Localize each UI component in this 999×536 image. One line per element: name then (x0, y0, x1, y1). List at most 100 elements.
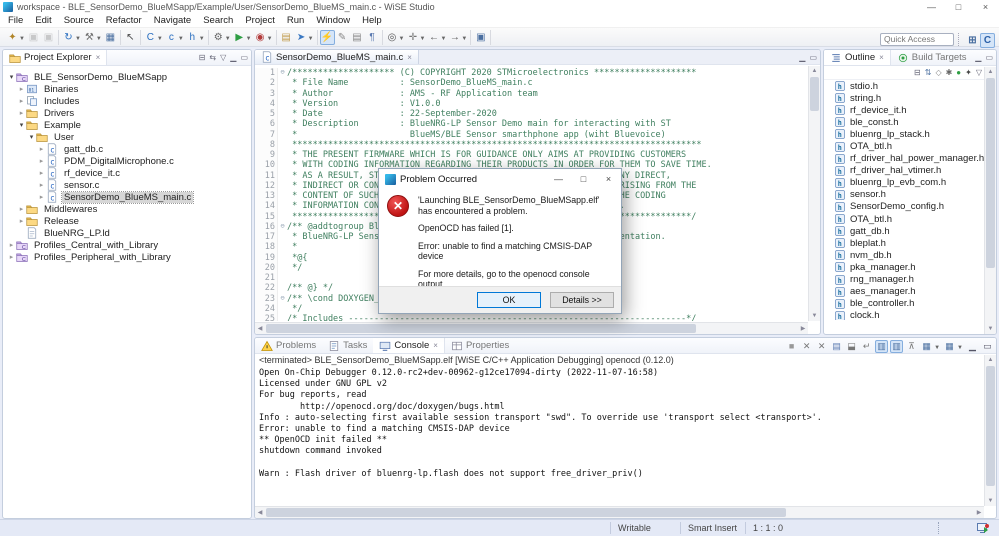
run-icon[interactable]: ▶ (232, 30, 247, 45)
tree-collapsed-arrow-icon[interactable]: ▸ (17, 85, 26, 93)
maximize-icon[interactable]: ▭ (240, 54, 248, 62)
outline-item-ota-btl-h[interactable]: hOTA_btl.h (824, 213, 996, 225)
tab-console[interactable]: Console× (373, 338, 445, 353)
tree-expanded-arrow-icon[interactable]: ▾ (27, 133, 36, 141)
collapse-all-icon[interactable]: ⊟ (914, 69, 921, 77)
close-icon[interactable]: × (96, 53, 101, 62)
ok-button[interactable]: OK (477, 292, 541, 308)
outline-item-rng-manager-h[interactable]: hrng_manager.h (824, 274, 996, 286)
outline-item-nvm-db-h[interactable]: hnvm_db.h (824, 249, 996, 261)
launch-history-icon[interactable]: ↻ (61, 30, 76, 45)
outline-item-gatt-db-h[interactable]: hgatt_db.h (824, 225, 996, 237)
maximize-icon[interactable]: ▭ (985, 54, 993, 62)
tree-collapsed-arrow-icon[interactable]: ▸ (17, 205, 26, 213)
display-console-icon[interactable]: ▦ (920, 340, 933, 353)
tree-collapsed-arrow-icon[interactable]: ▸ (37, 181, 46, 189)
close-icon[interactable]: × (407, 53, 412, 62)
tree-collapsed-arrow-icon[interactable]: ▸ (37, 145, 46, 153)
outline-item-sensordemo-config-h[interactable]: hSensorDemo_config.h (824, 201, 996, 213)
tree-item-drivers[interactable]: ▸Drivers (3, 107, 251, 119)
tree-expanded-arrow-icon[interactable]: ▾ (17, 121, 26, 129)
tab-tasks[interactable]: Tasks (322, 338, 373, 353)
menu-search[interactable]: Search (197, 14, 239, 27)
window-close-button[interactable]: × (972, 0, 999, 14)
forward-icon[interactable]: → (447, 30, 462, 45)
remove-launch-icon[interactable]: ✕ (800, 340, 813, 353)
fold-marker-icon[interactable]: ⊖ (277, 294, 287, 304)
fold-marker-icon[interactable]: ⊖ (277, 222, 287, 232)
terminate-icon[interactable]: ■ (785, 340, 798, 353)
save-icon[interactable]: ▣ (26, 30, 41, 45)
quick-access-input[interactable] (880, 33, 954, 46)
tab-problems[interactable]: Problems (255, 338, 322, 353)
close-icon[interactable]: × (433, 341, 438, 350)
tree-item-sensor-c[interactable]: ▸csensor.c (3, 179, 251, 191)
tree-item-bluenrg-lp-ld[interactable]: BlueNRG_LP.ld (3, 227, 251, 239)
outline-item-sensor-h[interactable]: hsensor.h (824, 189, 996, 201)
outline-item-rf-driver-hal-vtimer-h[interactable]: hrf_driver_hal_vtimer.h (824, 165, 996, 177)
tree-collapsed-arrow-icon[interactable]: ▸ (37, 157, 46, 165)
outline-item-rf-device-it-h[interactable]: hrf_device_it.h (824, 104, 996, 116)
scroll-lock-icon[interactable]: ⬓ (845, 340, 858, 353)
view-menu-icon[interactable]: ▽ (220, 54, 226, 62)
tree-item-middlewares[interactable]: ▸Middlewares (3, 203, 251, 215)
tree-item-example[interactable]: ▾Example (3, 119, 251, 131)
link-editor-icon[interactable]: ✦ (965, 69, 972, 77)
hide-non-public-icon[interactable]: ● (956, 69, 961, 77)
open-perspective-icon[interactable]: ⊞ (965, 33, 980, 48)
minimize-icon[interactable]: ▁ (966, 340, 979, 353)
save-all-icon[interactable]: ▣ (41, 30, 56, 45)
menu-edit[interactable]: Edit (29, 14, 57, 27)
console-log[interactable]: Open On-Chip Debugger 0.12.0-rc2+dev-009… (259, 368, 984, 506)
dialog-close-button[interactable]: × (596, 169, 621, 189)
debug-config-icon[interactable]: ⚙ (211, 30, 226, 45)
editor-tab[interactable]: c SensorDemo_BlueMS_main.c × (255, 50, 419, 64)
profile-icon[interactable]: ◉ (253, 30, 268, 45)
outline-item-bluenrg-lp-evb-com-h[interactable]: hbluenrg_lp_evb_com.h (824, 177, 996, 189)
new-header-file-icon[interactable]: h (185, 30, 200, 45)
outline-item-aes-manager-h[interactable]: haes_manager.h (824, 286, 996, 298)
console-indicator-icon[interactable] (977, 523, 989, 534)
pin-console-icon[interactable]: ⊼ (905, 340, 918, 353)
minimize-icon[interactable]: ▁ (799, 54, 805, 62)
console-horizontal-scrollbar[interactable]: ◀ ▶ (255, 506, 984, 518)
show-whitespace-icon[interactable]: ¶ (365, 30, 380, 45)
back-icon[interactable]: ← (426, 30, 441, 45)
outline-item-pka-manager-h[interactable]: hpka_manager.h (824, 261, 996, 273)
outline-item-string-h[interactable]: hstring.h (824, 92, 996, 104)
editor-vertical-scrollbar[interactable]: ▲ ▼ (808, 66, 820, 321)
editor-horizontal-scrollbar[interactable]: ◀ ▶ (255, 322, 808, 334)
new-source-file-icon[interactable]: c (164, 30, 179, 45)
outline-item-ble-controller-h[interactable]: hble_controller.h (824, 298, 996, 310)
tree-item-gatt-db-c[interactable]: ▸cgatt_db.c (3, 143, 251, 155)
dropdown-arrow-icon[interactable]: ▼ (419, 36, 425, 42)
tree-item-profiles-peripheral-with-library[interactable]: ▸CProfiles_Peripheral_with_Library (3, 251, 251, 263)
collapse-all-icon[interactable]: ⊟ (199, 54, 206, 62)
outline-item-stdio-h[interactable]: hstdio.h (824, 80, 996, 92)
new-wizard-icon[interactable]: ✦ (5, 30, 20, 45)
selection-mode-icon[interactable]: ↖ (123, 30, 138, 45)
tree-item-ble-sensordemo-bluemsapp[interactable]: ▾CBLE_SensorDemo_BlueMSapp (3, 71, 251, 83)
maximize-icon[interactable]: ▭ (981, 340, 994, 353)
maximize-icon[interactable]: ▭ (809, 54, 817, 62)
show-stderr-icon[interactable]: ▥ (890, 340, 903, 353)
build-all-icon[interactable]: ▦ (103, 30, 118, 45)
last-edit-location-icon[interactable]: ◎ (385, 30, 400, 45)
dropdown-arrow-icon[interactable]: ▼ (461, 36, 467, 42)
fold-marker-icon[interactable]: ⊖ (277, 68, 287, 78)
clear-console-icon[interactable]: ▤ (830, 340, 843, 353)
tab-build-targets[interactable]: Build Targets (891, 50, 973, 65)
tree-collapsed-arrow-icon[interactable]: ▸ (17, 109, 26, 117)
hide-static-icon[interactable]: ✱ (946, 69, 953, 77)
tree-collapsed-arrow-icon[interactable]: ▸ (7, 241, 16, 249)
show-blocks-icon[interactable]: ▤ (350, 30, 365, 45)
tree-item-profiles-central-with-library[interactable]: ▸CProfiles_Central_with_Library (3, 239, 251, 251)
view-menu-icon[interactable]: ▽ (976, 69, 982, 77)
tree-item-user[interactable]: ▾User (3, 131, 251, 143)
outline-item-bleplat-h[interactable]: hbleplat.h (824, 237, 996, 249)
mark-occurrences-icon[interactable]: ✎ (335, 30, 350, 45)
hide-fields-icon[interactable]: ◇ (935, 69, 941, 77)
menu-navigate[interactable]: Navigate (148, 14, 198, 27)
dropdown-arrow-icon[interactable]: ▼ (440, 36, 446, 42)
tree-item-release[interactable]: ▸Release (3, 215, 251, 227)
